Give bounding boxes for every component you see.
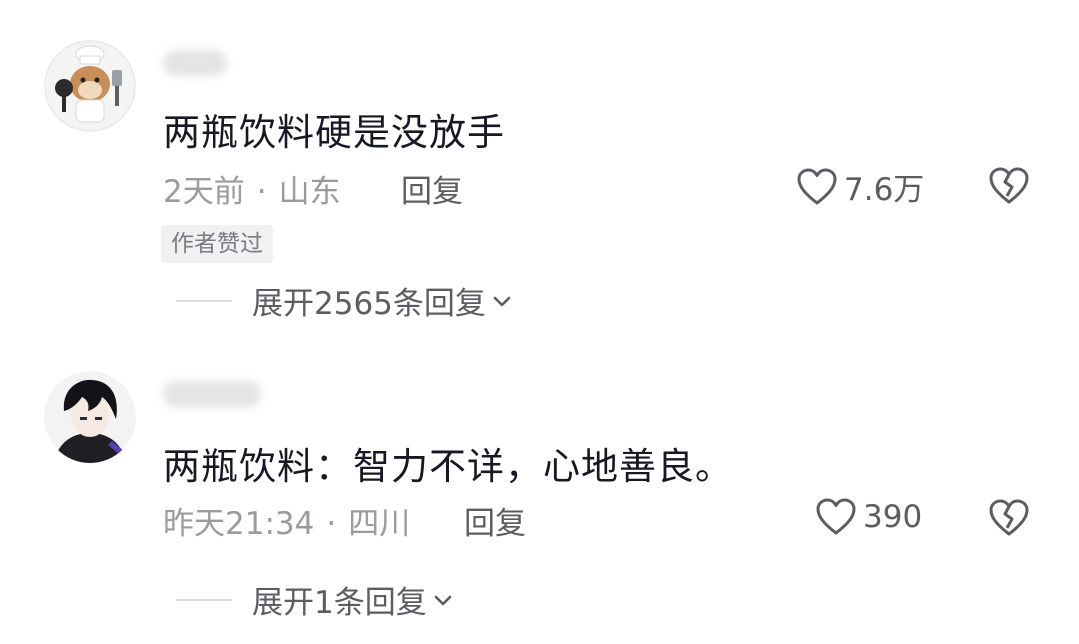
comment-meta: 2天前 · 山东 bbox=[163, 166, 341, 211]
dislike-button[interactable] bbox=[988, 498, 1030, 542]
chevron-down-icon bbox=[493, 296, 511, 306]
expand-replies-label: 展开2565条回复 bbox=[252, 286, 486, 322]
comment-time: 2天前 bbox=[163, 174, 245, 210]
comment-meta: 昨天21:34 · 四川 bbox=[163, 498, 410, 543]
like-button[interactable]: 390 bbox=[815, 497, 922, 537]
reply-button[interactable]: 回复 bbox=[401, 166, 463, 211]
heart-icon bbox=[797, 168, 837, 204]
comment-location: 山东 bbox=[278, 174, 341, 210]
username-blurred[interactable] bbox=[163, 50, 227, 76]
divider-line bbox=[176, 598, 232, 601]
expand-replies-button[interactable]: 展开1条回复 bbox=[176, 577, 455, 622]
comment-text: 两瓶饮料硬是没放手 bbox=[163, 111, 505, 154]
comment-text: 两瓶饮料：智力不详，心地善良。 bbox=[163, 445, 733, 488]
broken-heart-icon bbox=[989, 167, 1029, 204]
heart-icon bbox=[816, 498, 856, 535]
anime-boy-avatar-icon bbox=[44, 371, 136, 463]
divider-line bbox=[176, 299, 232, 302]
reply-button[interactable]: 回复 bbox=[464, 498, 526, 543]
broken-heart-icon bbox=[989, 499, 1029, 536]
like-count: 7.6万 bbox=[844, 172, 925, 208]
like-button[interactable]: 7.6万 bbox=[796, 164, 924, 209]
expand-replies-label: 展开1条回复 bbox=[252, 585, 427, 621]
avatar[interactable] bbox=[44, 371, 136, 463]
like-count: 390 bbox=[863, 499, 923, 535]
avatar[interactable] bbox=[44, 40, 136, 132]
dislike-button[interactable] bbox=[988, 166, 1030, 210]
comment-location: 四川 bbox=[348, 506, 411, 542]
comment-time: 昨天21:34 bbox=[163, 506, 315, 542]
username-blurred[interactable] bbox=[163, 381, 261, 407]
expand-replies-button[interactable]: 展开2565条回复 bbox=[176, 278, 514, 323]
meta-separator: · bbox=[256, 174, 267, 210]
hamster-chef-avatar-icon bbox=[44, 40, 136, 132]
chevron-down-icon bbox=[434, 595, 452, 605]
author-liked-badge: 作者赞过 bbox=[161, 225, 273, 263]
meta-separator: · bbox=[326, 506, 337, 542]
